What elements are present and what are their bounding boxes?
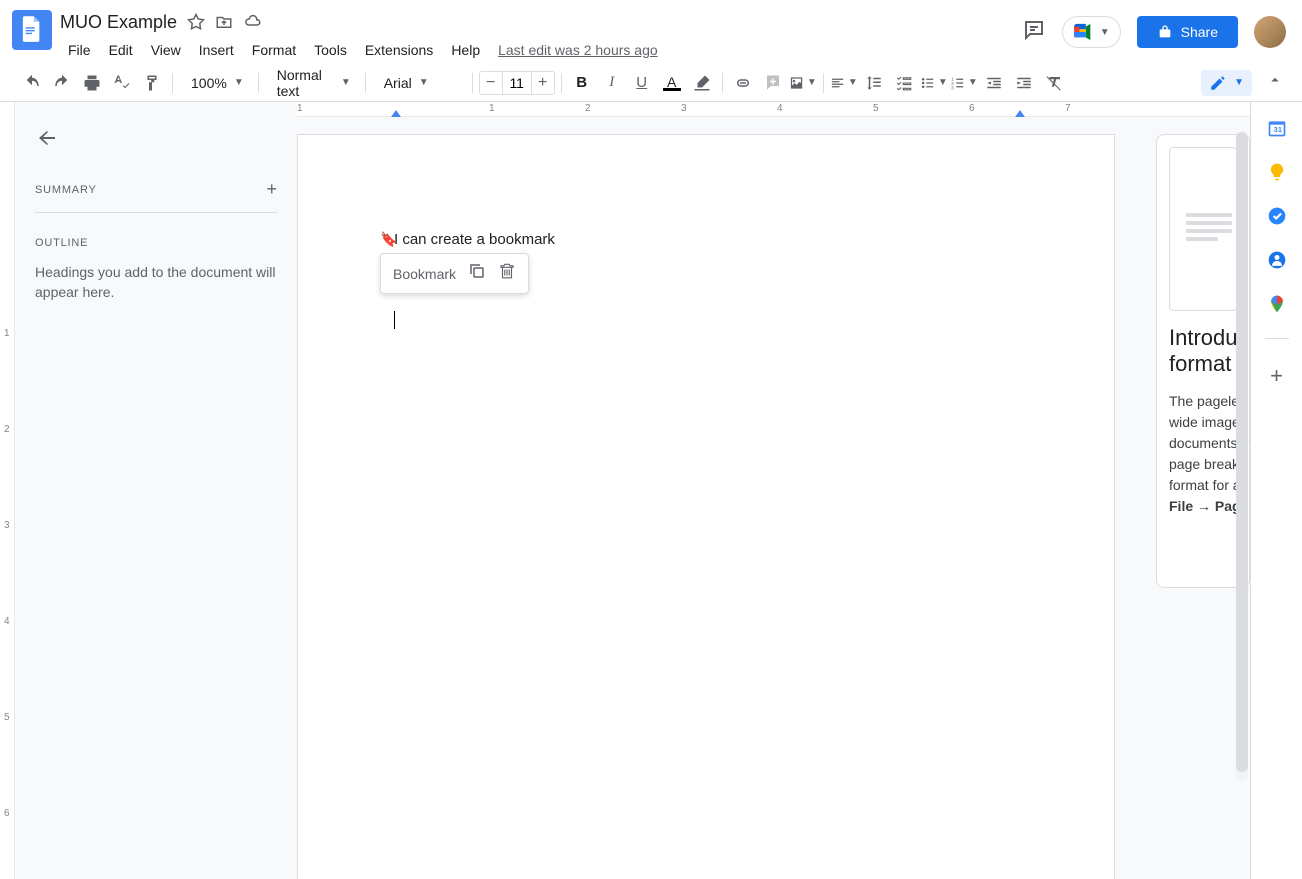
avatar[interactable] bbox=[1254, 16, 1286, 48]
horizontal-ruler: 1 1 2 3 4 5 6 7 bbox=[297, 102, 1250, 117]
delete-bookmark-icon[interactable] bbox=[498, 262, 516, 285]
bookmark-popup: Bookmark bbox=[380, 253, 529, 294]
text-cursor bbox=[394, 311, 395, 329]
outline-heading: OUTLINE bbox=[35, 237, 277, 249]
collapse-toolbar-button[interactable] bbox=[1266, 71, 1284, 94]
highlight-button[interactable] bbox=[688, 69, 716, 97]
bookmark-icon[interactable]: 🔖 bbox=[380, 231, 397, 248]
image-button[interactable]: ▼ bbox=[789, 69, 817, 97]
menu-edit[interactable]: Edit bbox=[101, 38, 141, 62]
paint-format-button[interactable] bbox=[138, 69, 166, 97]
spellcheck-button[interactable] bbox=[108, 69, 136, 97]
meet-button[interactable]: ▼ bbox=[1062, 16, 1121, 48]
menu-tools[interactable]: Tools bbox=[306, 38, 355, 62]
chevron-down-icon: ▼ bbox=[1100, 27, 1110, 38]
comment-button[interactable] bbox=[759, 69, 787, 97]
summary-heading: SUMMARY bbox=[35, 184, 97, 196]
font-dropdown[interactable]: Arial▼ bbox=[372, 75, 466, 91]
numbered-list-button[interactable]: 123▼ bbox=[950, 69, 978, 97]
menu-format[interactable]: Format bbox=[244, 38, 304, 62]
increase-indent-button[interactable] bbox=[1010, 69, 1038, 97]
undo-button[interactable] bbox=[18, 69, 46, 97]
tasks-icon[interactable] bbox=[1267, 206, 1287, 226]
bold-button[interactable]: B bbox=[568, 69, 596, 97]
card-title: Introducformat bbox=[1169, 325, 1237, 377]
print-button[interactable] bbox=[78, 69, 106, 97]
scrollbar[interactable] bbox=[1236, 132, 1248, 782]
italic-button[interactable]: I bbox=[598, 69, 626, 97]
docs-logo[interactable] bbox=[12, 10, 52, 50]
menu-bar: File Edit View Insert Format Tools Exten… bbox=[60, 38, 1022, 62]
cloud-icon[interactable] bbox=[243, 13, 263, 31]
menu-help[interactable]: Help bbox=[443, 38, 488, 62]
last-edit-link[interactable]: Last edit was 2 hours ago bbox=[498, 42, 658, 58]
maps-icon[interactable] bbox=[1267, 294, 1287, 314]
font-size-value[interactable]: 11 bbox=[502, 72, 532, 94]
decrease-font-button[interactable]: − bbox=[480, 72, 502, 94]
star-icon[interactable] bbox=[187, 13, 205, 31]
checklist-button[interactable] bbox=[890, 69, 918, 97]
zoom-dropdown[interactable]: 100%▼ bbox=[179, 75, 252, 91]
outline-placeholder: Headings you add to the document will ap… bbox=[35, 263, 277, 302]
decrease-indent-button[interactable] bbox=[980, 69, 1008, 97]
clear-format-button[interactable] bbox=[1040, 69, 1068, 97]
toolbar: 100%▼ Normal text▼ Arial▼ − 11 + B I U A… bbox=[0, 64, 1302, 102]
bullet-list-button[interactable]: ▼ bbox=[920, 69, 948, 97]
card-body: The pageles wide images documents v page… bbox=[1169, 391, 1237, 517]
text-color-button[interactable]: A bbox=[658, 74, 686, 91]
menu-insert[interactable]: Insert bbox=[191, 38, 242, 62]
editing-mode-button[interactable]: ▼ bbox=[1201, 70, 1252, 96]
redo-button[interactable] bbox=[48, 69, 76, 97]
card-preview bbox=[1169, 147, 1237, 311]
comments-icon[interactable] bbox=[1022, 18, 1046, 47]
side-panel: 31 + bbox=[1250, 102, 1302, 879]
add-addon-button[interactable]: + bbox=[1270, 363, 1283, 389]
doc-title[interactable]: MUO Example bbox=[60, 12, 177, 33]
share-button[interactable]: Share bbox=[1137, 16, 1238, 48]
calendar-icon[interactable]: 31 bbox=[1267, 118, 1287, 138]
right-margin-marker[interactable] bbox=[1015, 110, 1025, 117]
document-page[interactable]: 🔖 I can create a bookmark Bookmark bbox=[297, 134, 1115, 879]
increase-font-button[interactable]: + bbox=[532, 72, 554, 94]
line-spacing-button[interactable] bbox=[860, 69, 888, 97]
contacts-icon[interactable] bbox=[1267, 250, 1287, 270]
align-button[interactable]: ▼ bbox=[830, 69, 858, 97]
left-margin-marker[interactable] bbox=[391, 110, 401, 117]
svg-text:31: 31 bbox=[1273, 125, 1281, 134]
close-sidebar-button[interactable] bbox=[35, 126, 59, 155]
bookmark-popup-label: Bookmark bbox=[393, 266, 456, 282]
document-text: I can create a bookmark bbox=[394, 231, 555, 248]
menu-view[interactable]: View bbox=[143, 38, 189, 62]
menu-file[interactable]: File bbox=[60, 38, 99, 62]
menu-extensions[interactable]: Extensions bbox=[357, 38, 441, 62]
move-icon[interactable] bbox=[215, 13, 233, 31]
underline-button[interactable]: U bbox=[628, 69, 656, 97]
link-button[interactable] bbox=[729, 69, 757, 97]
style-dropdown[interactable]: Normal text▼ bbox=[265, 67, 359, 99]
vertical-ruler: 1 2 3 4 5 6 bbox=[0, 102, 15, 879]
svg-text:3: 3 bbox=[951, 85, 954, 90]
copy-link-icon[interactable] bbox=[468, 262, 486, 285]
share-label: Share bbox=[1181, 24, 1218, 40]
outline-sidebar: SUMMARY + OUTLINE Headings you add to th… bbox=[15, 102, 297, 879]
keep-icon[interactable] bbox=[1267, 162, 1287, 182]
font-size-control: − 11 + bbox=[479, 71, 555, 95]
add-summary-button[interactable]: + bbox=[266, 179, 277, 200]
